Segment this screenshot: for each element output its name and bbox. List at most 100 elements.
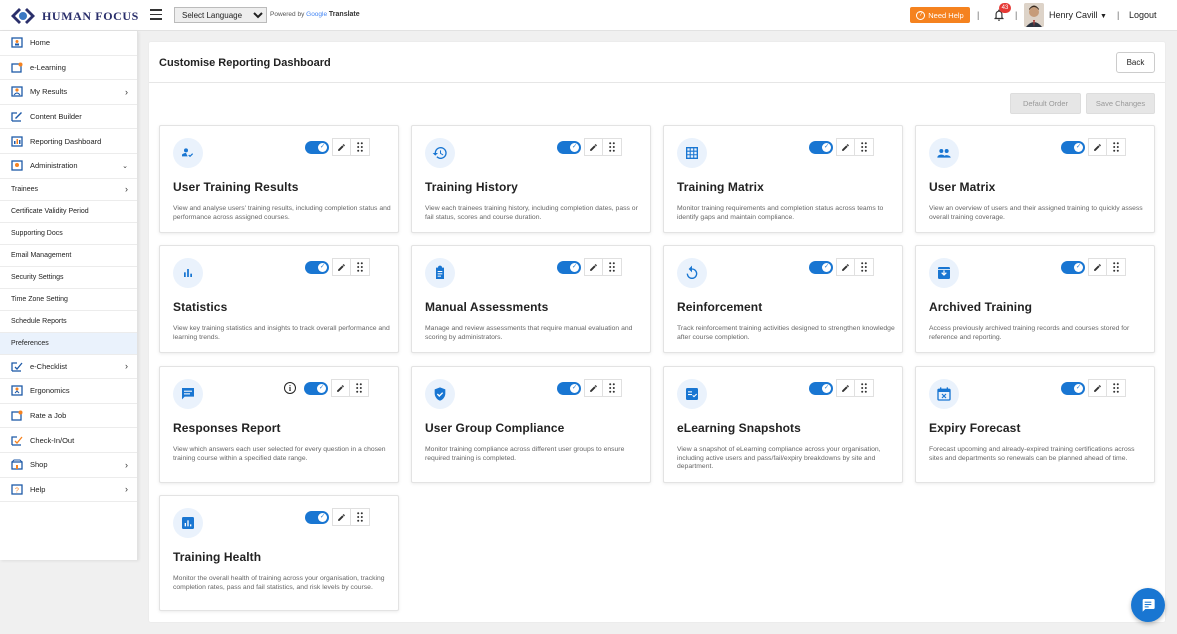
card-visibility-toggle[interactable]: ✓ xyxy=(1061,260,1085,274)
report-card: ✓ eLearning Snapshots View a snapshot of e… xyxy=(663,366,903,483)
card-visibility-toggle[interactable]: ✓ xyxy=(809,381,833,395)
card-title: Training History xyxy=(425,180,518,194)
sidebar-item-label: Time Zone Setting xyxy=(11,295,68,303)
sidebar-item-supporting-docs[interactable]: Supporting Docs xyxy=(0,223,137,245)
edit-button[interactable] xyxy=(836,138,855,156)
drag-handle[interactable] xyxy=(855,379,874,397)
edit-button[interactable] xyxy=(1088,379,1107,397)
sidebar-item-security-settings[interactable]: Security Settings xyxy=(0,267,137,289)
sidebar-item-check-in-out[interactable]: Check-In/Out xyxy=(0,428,137,453)
edit-button[interactable] xyxy=(331,379,350,397)
card-description: View and analyse users' training results… xyxy=(173,205,391,221)
sidebar-item-administration[interactable]: Administration ⌄ xyxy=(0,154,137,179)
sidebar-item-trainees[interactable]: Trainees › xyxy=(0,179,137,201)
card-visibility-toggle[interactable]: ✓ xyxy=(305,260,329,274)
drag-handle[interactable] xyxy=(351,138,370,156)
sidebar-item-label: e-Learning xyxy=(30,62,66,72)
sidebar-item-home[interactable]: Home xyxy=(0,31,137,56)
card-visibility-toggle[interactable]: ✓ xyxy=(557,260,581,274)
edit-button[interactable] xyxy=(332,258,351,276)
card-visibility-toggle[interactable]: ✓ xyxy=(1061,381,1085,395)
pencil-icon xyxy=(338,263,345,271)
pencil-icon xyxy=(338,513,345,521)
back-button[interactable]: Back xyxy=(1116,52,1155,73)
brand-logo[interactable]: HUMAN FOCUS xyxy=(10,6,139,26)
card-visibility-toggle[interactable]: ✓ xyxy=(305,510,329,524)
drag-handle[interactable] xyxy=(1107,258,1126,276)
edit-button[interactable] xyxy=(836,258,855,276)
calendar-x-icon xyxy=(929,379,959,409)
card-title: Expiry Forecast xyxy=(929,421,1021,435)
card-controls: ✓ xyxy=(809,258,874,276)
drag-handle[interactable] xyxy=(1107,138,1126,156)
sidebar-item-label: My Results xyxy=(30,87,68,97)
menu-toggle-icon[interactable] xyxy=(150,9,162,20)
edit-button[interactable] xyxy=(584,379,603,397)
drag-dots-icon xyxy=(1113,142,1119,152)
brand-name: HUMAN FOCUS xyxy=(42,8,139,23)
user-menu[interactable]: Henry Cavill ▼ xyxy=(1049,10,1107,20)
sidebar-item-elearning[interactable]: e-Learning xyxy=(0,56,137,81)
logout-link[interactable]: Logout xyxy=(1129,10,1157,20)
sidebar-item-label: Help xyxy=(30,484,46,494)
divider xyxy=(149,82,1165,83)
drag-handle[interactable] xyxy=(603,379,622,397)
sidebar-item-reporting-dashboard[interactable]: Reporting Dashboard xyxy=(0,129,137,154)
drag-handle[interactable] xyxy=(855,138,874,156)
drag-handle[interactable] xyxy=(603,258,622,276)
language-select[interactable]: Select Language xyxy=(174,7,267,23)
card-visibility-toggle[interactable]: ✓ xyxy=(809,260,833,274)
sidebar-item-certificate-validity[interactable]: Certificate Validity Period xyxy=(0,201,137,223)
drag-handle[interactable] xyxy=(855,258,874,276)
card-visibility-toggle[interactable]: ✓ xyxy=(1061,140,1085,154)
default-order-button[interactable]: Default Order xyxy=(1010,93,1081,114)
sidebar-item-ergonomics[interactable]: Ergonomics xyxy=(0,379,137,404)
edit-button[interactable] xyxy=(584,138,603,156)
info-icon[interactable]: i xyxy=(284,382,296,394)
edit-button[interactable] xyxy=(332,138,351,156)
card-visibility-toggle[interactable]: ✓ xyxy=(304,381,328,395)
drag-handle[interactable] xyxy=(351,508,370,526)
edit-button[interactable] xyxy=(836,379,855,397)
drag-handle[interactable] xyxy=(1107,379,1126,397)
avatar[interactable] xyxy=(1024,3,1044,27)
question-circle-icon: ? xyxy=(916,10,926,20)
report-card: ✓ User Group Compliance Monitor training c… xyxy=(411,366,651,483)
sidebar-item-my-results[interactable]: My Results › xyxy=(0,80,137,105)
card-controls: ✓ xyxy=(305,508,370,526)
card-visibility-toggle[interactable]: ✓ xyxy=(557,381,581,395)
sidebar-item-time-zone[interactable]: Time Zone Setting xyxy=(0,289,137,311)
edit-button[interactable] xyxy=(584,258,603,276)
sidebar-item-email-management[interactable]: Email Management xyxy=(0,245,137,267)
sidebar-item-shop[interactable]: Shop › xyxy=(0,453,137,478)
sidebar-item-label: Home xyxy=(30,38,51,48)
sidebar-item-label: Supporting Docs xyxy=(11,229,63,237)
sidebar-item-help[interactable]: ? Help › xyxy=(0,478,137,503)
sidebar-item-rate-a-job[interactable]: Rate a Job xyxy=(0,404,137,429)
card-visibility-toggle[interactable]: ✓ xyxy=(809,140,833,154)
help-icon: ? xyxy=(11,484,23,495)
save-changes-button[interactable]: Save Changes xyxy=(1086,93,1155,114)
edit-button[interactable] xyxy=(1088,138,1107,156)
sidebar-item-schedule-reports[interactable]: Schedule Reports xyxy=(0,311,137,333)
card-visibility-toggle[interactable]: ✓ xyxy=(305,140,329,154)
refresh-icon xyxy=(677,258,707,288)
drag-handle[interactable] xyxy=(351,258,370,276)
report-card: ✓ User Training Results View and analyse u… xyxy=(159,125,399,233)
edit-button[interactable] xyxy=(1088,258,1107,276)
sidebar-item-e-checklist[interactable]: e-Checklist › xyxy=(0,355,137,380)
edit-icon xyxy=(11,111,23,122)
archive-icon xyxy=(929,258,959,288)
sidebar-item-label: e-Checklist xyxy=(30,361,68,371)
drag-handle[interactable] xyxy=(603,138,622,156)
drag-handle[interactable] xyxy=(350,379,369,397)
chat-button[interactable] xyxy=(1131,588,1165,622)
sidebar-item-preferences[interactable]: Preferences xyxy=(0,332,137,355)
report-card: ✓ Manual Assessments Manage and review ass… xyxy=(411,245,651,353)
page-title: Customise Reporting Dashboard xyxy=(159,57,331,69)
need-help-button[interactable]: ? Need Help xyxy=(910,7,970,23)
card-visibility-toggle[interactable]: ✓ xyxy=(557,140,581,154)
edit-button[interactable] xyxy=(332,508,351,526)
sidebar-item-content-builder[interactable]: Content Builder xyxy=(0,105,137,130)
user-name: Henry Cavill xyxy=(1049,10,1098,20)
